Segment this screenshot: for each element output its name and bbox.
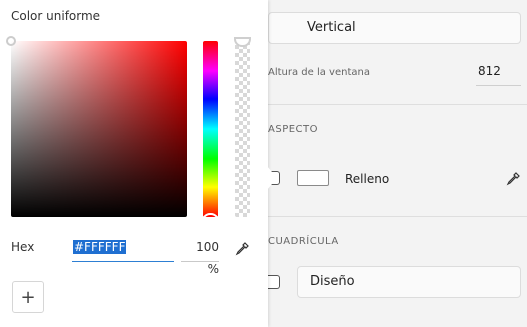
grid-section-title: CUADRÍCULA [268, 236, 339, 247]
hex-input[interactable]: #FFFFFF [72, 236, 174, 262]
section-divider [268, 216, 527, 217]
fill-label: Relleno [345, 172, 390, 186]
grid-dropdown-value: Diseño [310, 274, 355, 289]
add-swatch-button[interactable]: + [12, 281, 44, 313]
saturation-handle[interactable] [6, 36, 16, 46]
opacity-input[interactable]: 100 % [181, 236, 219, 276]
orientation-value: Vertical [307, 20, 356, 35]
eyedropper-icon[interactable] [503, 169, 523, 189]
appearance-section-title: ASPECTO [268, 124, 318, 135]
saturation-value-area[interactable] [6, 36, 187, 217]
window-height-value[interactable]: 812 [478, 64, 501, 78]
color-picker-popover: Color uniforme Hex #FFFFFF 100 % + [0, 0, 268, 327]
hex-label: Hex [11, 240, 35, 254]
alpha-slider[interactable] [234, 37, 251, 217]
popover-pointer [267, 166, 277, 190]
orientation-dropdown[interactable]: Vertical [268, 12, 521, 44]
alpha-handle[interactable] [234, 37, 251, 47]
hue-slider[interactable] [202, 41, 219, 221]
window-height-underline [476, 85, 521, 86]
hex-value: #FFFFFF [73, 240, 127, 254]
section-divider [268, 104, 527, 105]
picker-eyedropper-icon[interactable] [232, 239, 252, 259]
fill-color-swatch[interactable] [297, 170, 329, 186]
color-picker-title: Color uniforme [11, 9, 101, 23]
grid-checkbox[interactable] [268, 275, 280, 289]
window-height-label: Altura de la ventana [268, 67, 370, 78]
hue-handle[interactable] [202, 213, 219, 221]
grid-dropdown[interactable]: Diseño [297, 266, 521, 298]
